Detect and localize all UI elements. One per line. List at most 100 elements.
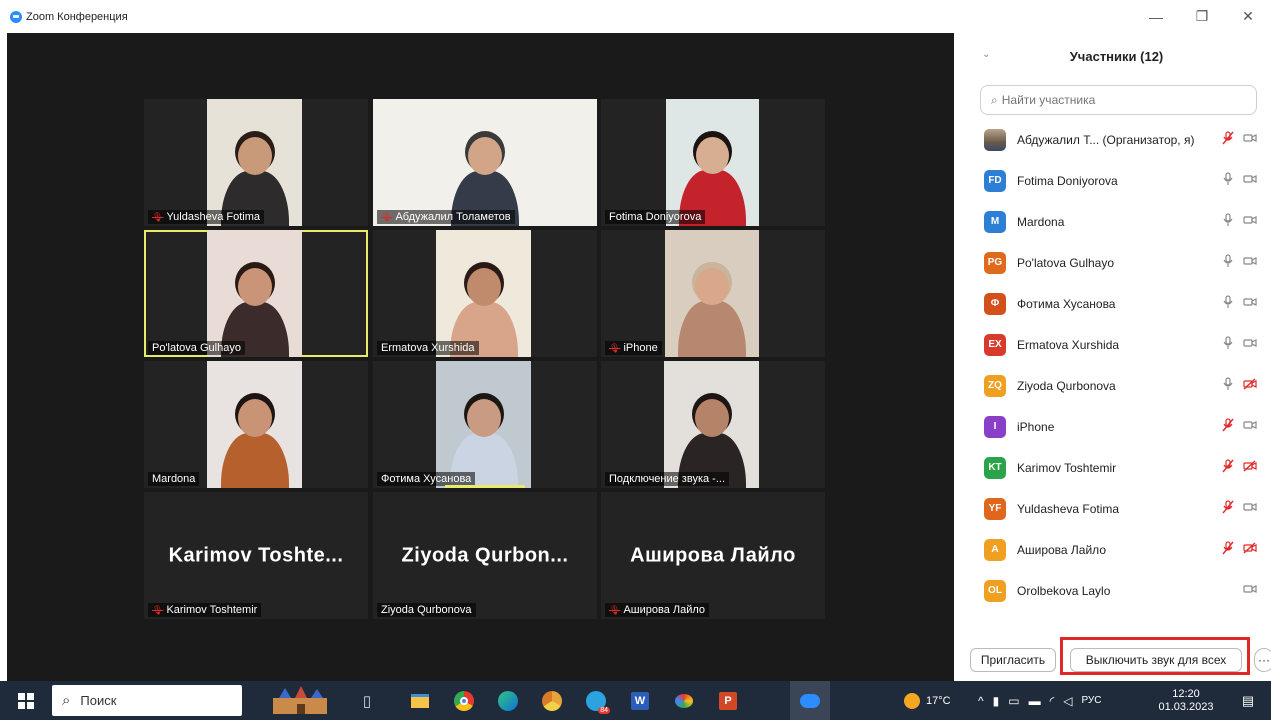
mic-muted-icon[interactable] <box>1221 541 1235 558</box>
participant-row[interactable]: Ф Фотима Хусанова <box>962 283 1271 324</box>
camera-icon[interactable] <box>1243 337 1257 352</box>
volume-icon[interactable]: ◁ <box>1063 694 1072 708</box>
participant-name: iPhone <box>1017 419 1055 434</box>
participant-video <box>207 230 302 357</box>
mic-icon[interactable] <box>1221 213 1235 230</box>
battery-icon[interactable]: ▭ <box>1008 694 1019 708</box>
participant-row[interactable]: ZQ Ziyoda Qurbonova <box>962 365 1271 406</box>
castle-widget-icon[interactable] <box>262 681 338 720</box>
taskbar-search-box[interactable]: ⌕ Поиск <box>52 685 242 716</box>
video-tile[interactable]: Po'latova Gulhayo <box>144 230 368 357</box>
participant-row[interactable]: IiPhone <box>962 406 1271 447</box>
file-explorer-icon[interactable] <box>404 681 436 720</box>
participant-display-name: Ziyoda Qurbon... <box>401 544 569 566</box>
mic-muted-icon[interactable] <box>1221 459 1235 476</box>
participant-name: Yuldasheva Fotima <box>1017 501 1120 516</box>
participant-row[interactable]: M Mardona <box>962 201 1271 242</box>
mic-muted-icon[interactable] <box>1221 418 1235 435</box>
invite-button[interactable]: Пригласить <box>970 648 1056 672</box>
person-face <box>466 398 501 437</box>
weather-widget[interactable]: 17°C <box>904 681 951 720</box>
task-view-icon[interactable]: ▯ <box>352 681 382 720</box>
network-icon[interactable]: ▬ <box>1029 694 1041 708</box>
mute-all-button[interactable]: Выключить звук для всех <box>1070 648 1242 672</box>
participant-name: Orolbekova Laylo <box>1017 583 1111 598</box>
participant-video <box>436 361 531 488</box>
camera-icon[interactable] <box>1243 255 1257 270</box>
close-button[interactable]: ✕ <box>1225 0 1271 33</box>
participant-status-icons <box>1221 336 1257 353</box>
video-tile[interactable]: Фотима Хусанова <box>373 361 597 488</box>
participant-status-icons <box>1221 172 1257 189</box>
minimize-button[interactable]: — <box>1133 0 1179 33</box>
camera-off-icon[interactable] <box>1243 378 1257 393</box>
telegram-icon[interactable]: 84 <box>580 681 612 720</box>
video-tile[interactable]: Fotima Doniyorova <box>601 99 825 226</box>
chevron-down-icon[interactable]: ⌄ <box>982 49 990 60</box>
video-tile[interactable]: Mardona <box>144 361 368 488</box>
mic-muted-icon[interactable] <box>1221 131 1235 148</box>
participant-display-name: Karimov Toshte... <box>168 544 344 566</box>
participant-row[interactable]: Абдужалил Т... (Организатор, я) <box>962 119 1271 160</box>
language-indicator[interactable]: РУС <box>1081 695 1101 706</box>
windows-start-icon[interactable] <box>10 681 42 720</box>
avatar: I <box>984 415 1006 438</box>
participant-row[interactable]: PG Po'latova Gulhayo <box>962 242 1271 283</box>
notifications-icon[interactable]: ▤ <box>1236 681 1260 720</box>
maximize-button[interactable]: ❐ <box>1179 0 1225 33</box>
mic-icon[interactable] <box>1221 172 1235 189</box>
tile-name-text: Абдужалил Толаметов <box>395 211 511 223</box>
video-tile[interactable]: Karimov Toshte... 🎙 Karimov Toshtemir <box>144 492 368 619</box>
mic-icon[interactable] <box>1221 295 1235 312</box>
mic-muted-icon[interactable] <box>1221 500 1235 517</box>
clock-date: 01.03.2023 <box>1158 700 1214 713</box>
mic-icon[interactable] <box>1221 254 1235 271</box>
camera-icon[interactable] <box>1243 501 1257 516</box>
powerpoint-icon[interactable]: P <box>712 681 744 720</box>
participant-search-input[interactable] <box>1001 93 1222 107</box>
word-icon[interactable]: W <box>624 681 656 720</box>
zoom-app-icon <box>10 10 22 23</box>
participant-row[interactable]: YF Yuldasheva Fotima <box>962 488 1271 529</box>
mic-icon[interactable] <box>1221 377 1235 394</box>
video-tile[interactable]: 🎙 iPhone <box>601 230 825 357</box>
chrome-icon[interactable] <box>448 681 480 720</box>
camera-icon[interactable] <box>1243 583 1257 598</box>
clock[interactable]: 12:20 01.03.2023 <box>1156 681 1216 720</box>
avatar: M <box>984 210 1006 233</box>
camera-icon[interactable] <box>1243 214 1257 229</box>
participant-row[interactable]: KT Karimov Toshtemir <box>962 447 1271 488</box>
usb-icon[interactable]: ▮ <box>993 694 1000 708</box>
participant-row[interactable]: OL Orolbekova Laylo <box>962 570 1271 611</box>
mic-icon[interactable] <box>1221 336 1235 353</box>
participant-row[interactable]: FD Fotima Doniyorova <box>962 160 1271 201</box>
camera-off-icon[interactable] <box>1243 460 1257 475</box>
video-tile[interactable]: Ziyoda Qurbon... Ziyoda Qurbonova <box>373 492 597 619</box>
video-tile[interactable]: 🎙 Абдужалил Толаметов <box>373 99 597 226</box>
participant-name: Fotima Doniyorova <box>1017 173 1118 188</box>
participant-row[interactable]: A Аширова Лайло <box>962 529 1271 570</box>
camera-icon[interactable] <box>1243 296 1257 311</box>
tile-name-text: Karimov Toshtemir <box>166 604 258 616</box>
more-options-button[interactable]: ··· <box>1254 648 1271 672</box>
system-tray: ^ ▮ ▭ ▬ ◜ ◁ РУС <box>978 681 1102 720</box>
participant-name: Абдужалил Т... (Организатор, я) <box>1017 132 1195 147</box>
camera-icon[interactable] <box>1243 132 1257 147</box>
video-tile[interactable]: 🎙 Yuldasheva Fotima <box>144 99 368 226</box>
camera-off-icon[interactable] <box>1243 542 1257 557</box>
avatar: KT <box>984 456 1006 479</box>
edge-icon[interactable] <box>492 681 524 720</box>
participant-status-icons <box>1221 500 1257 517</box>
participant-row[interactable]: EX Ermatova Xurshida <box>962 324 1271 365</box>
wifi-icon[interactable]: ◜ <box>1050 694 1055 708</box>
paint-icon[interactable] <box>668 681 700 720</box>
chevron-up-icon[interactable]: ^ <box>978 694 984 708</box>
zoom-taskbar-icon[interactable] <box>790 681 830 720</box>
camera-icon[interactable] <box>1243 173 1257 188</box>
chrome-canary-icon[interactable] <box>536 681 568 720</box>
video-tile[interactable]: Ermatova Xurshida <box>373 230 597 357</box>
video-tile[interactable]: Аширова Лайло 🎙 Аширова Лайло <box>601 492 825 619</box>
participant-search[interactable]: ⌕ <box>980 85 1257 115</box>
video-tile[interactable]: Подключение звука -... <box>601 361 825 488</box>
camera-icon[interactable] <box>1243 419 1257 434</box>
